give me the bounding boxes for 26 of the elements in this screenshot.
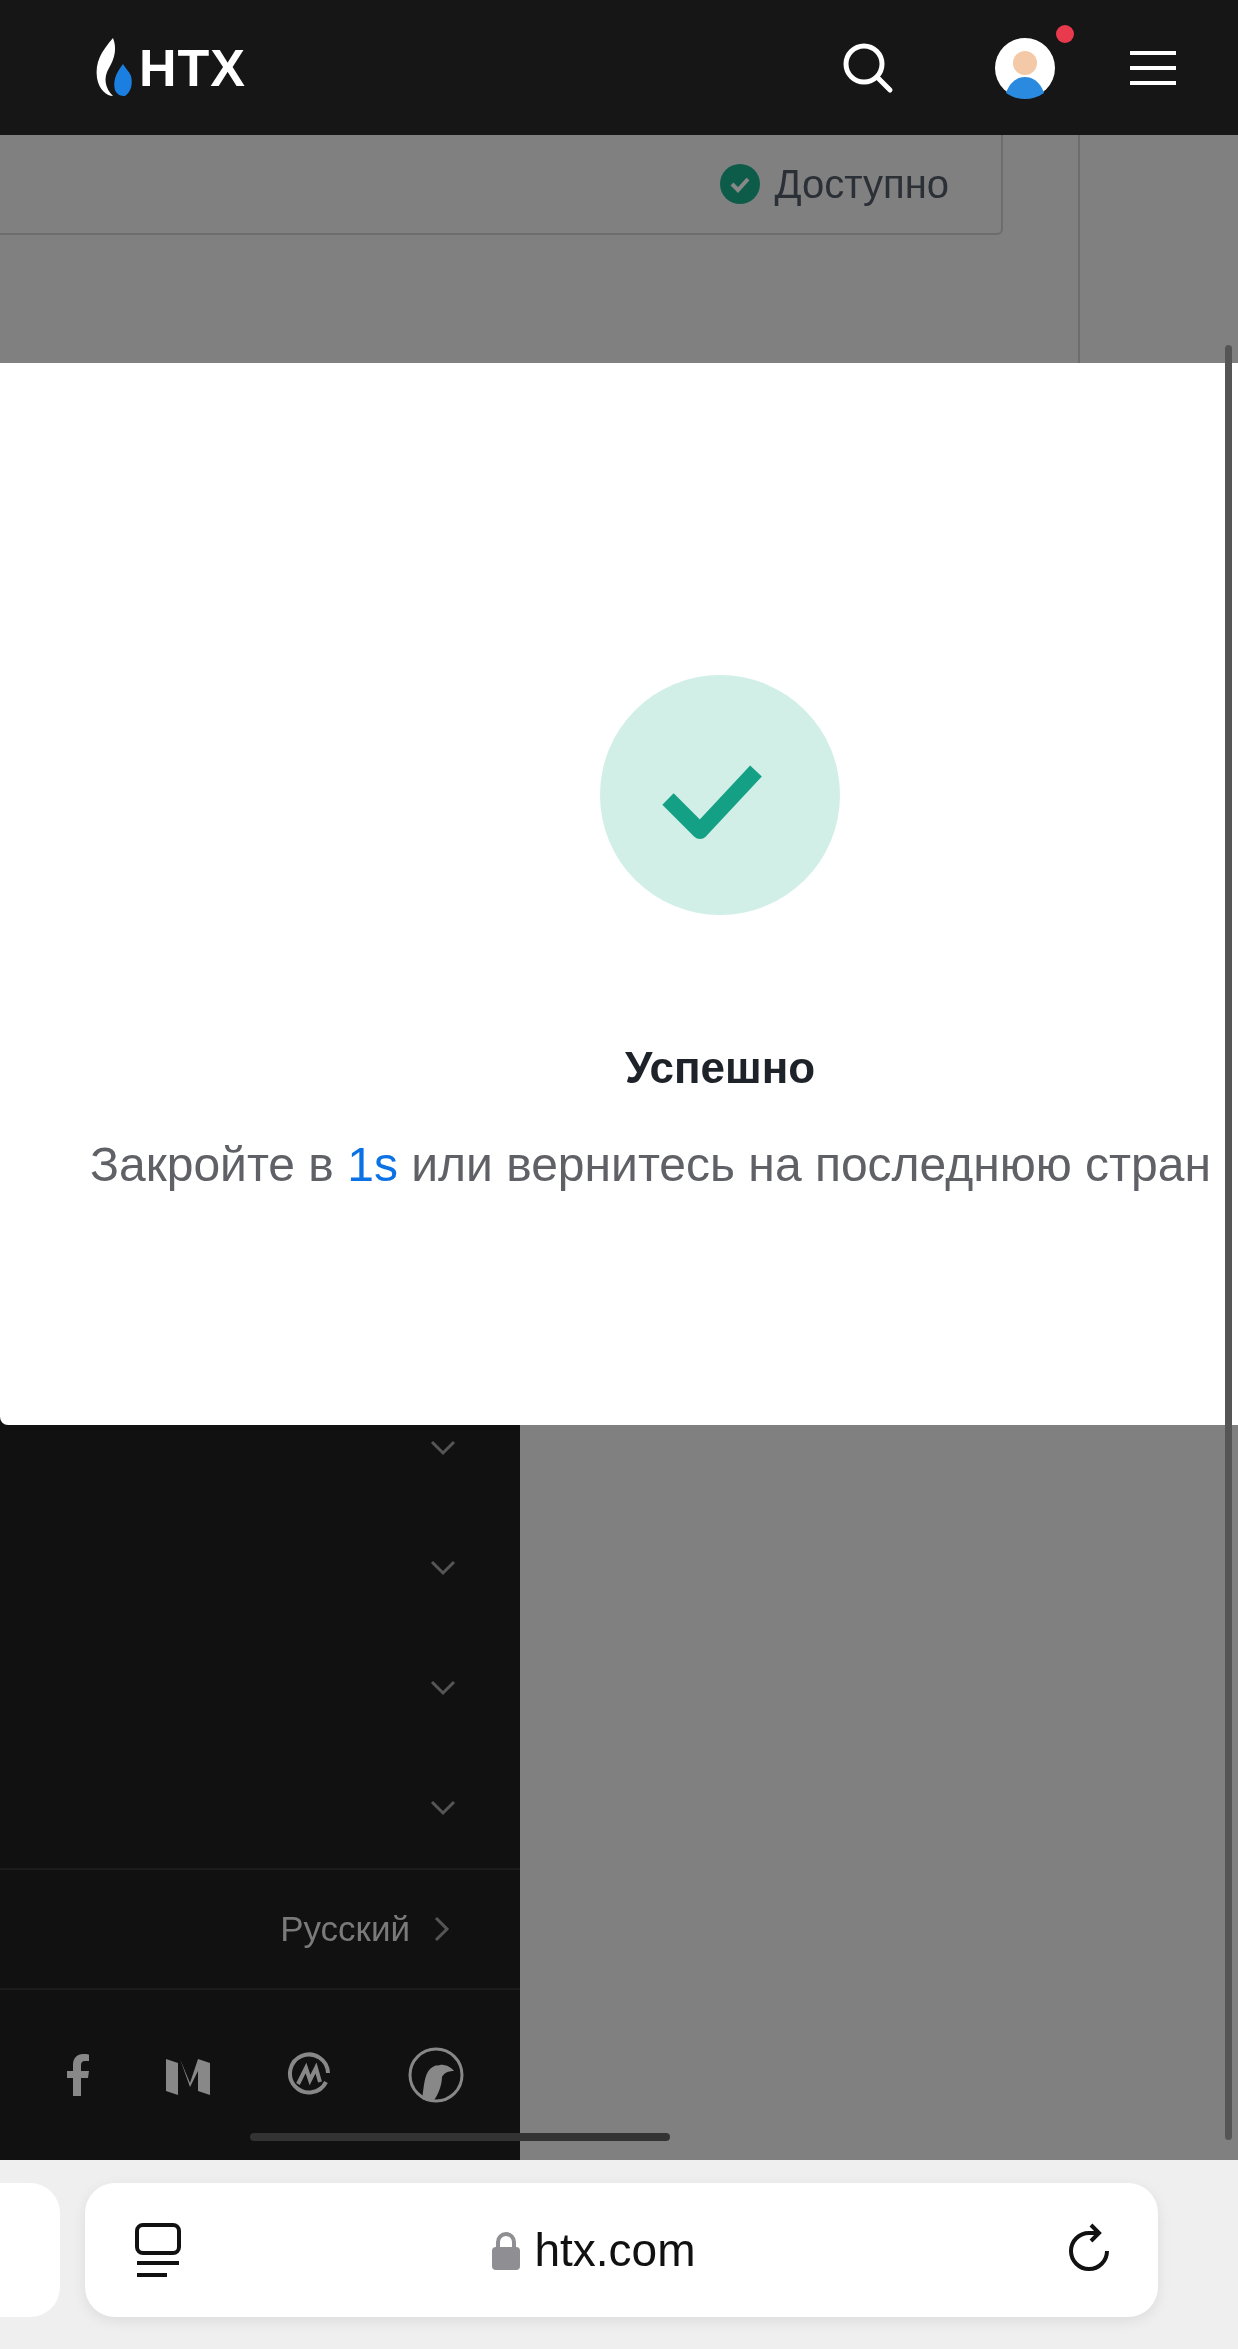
menu-button[interactable] [1128,49,1178,86]
flame-icon [95,37,135,98]
chevron-icon[interactable] [430,1440,456,1456]
avatar-button[interactable] [994,36,1056,99]
chevron-icon[interactable] [430,1680,456,1696]
chevron-right-icon [434,1916,450,1942]
logo-text: HTX [139,37,246,98]
address-bar[interactable]: htx.com [85,2183,1158,2317]
chevron-icon[interactable] [430,1560,456,1576]
check-circle-icon [720,164,761,204]
search-button[interactable] [842,41,894,94]
dialog-title: Успешно [624,1043,816,1093]
lock-icon [492,2230,521,2270]
menu-icon [1128,49,1178,86]
bird-icon[interactable] [408,2047,464,2103]
dialog-message: Закройте в 1s или вернитесь на последнюю стран [90,1137,1211,1192]
url-text: htx.com [534,2223,696,2277]
language-item[interactable]: Русский [280,1909,410,1949]
success-check-icon [600,675,840,915]
facebook-icon[interactable] [66,2054,90,2096]
search-icon [842,41,894,94]
tabs-icon[interactable] [135,2223,181,2277]
status-label: Доступно [774,161,949,207]
notification-dot [1056,24,1074,43]
avatar-icon [994,36,1056,99]
chevron-icon[interactable] [430,1800,456,1816]
